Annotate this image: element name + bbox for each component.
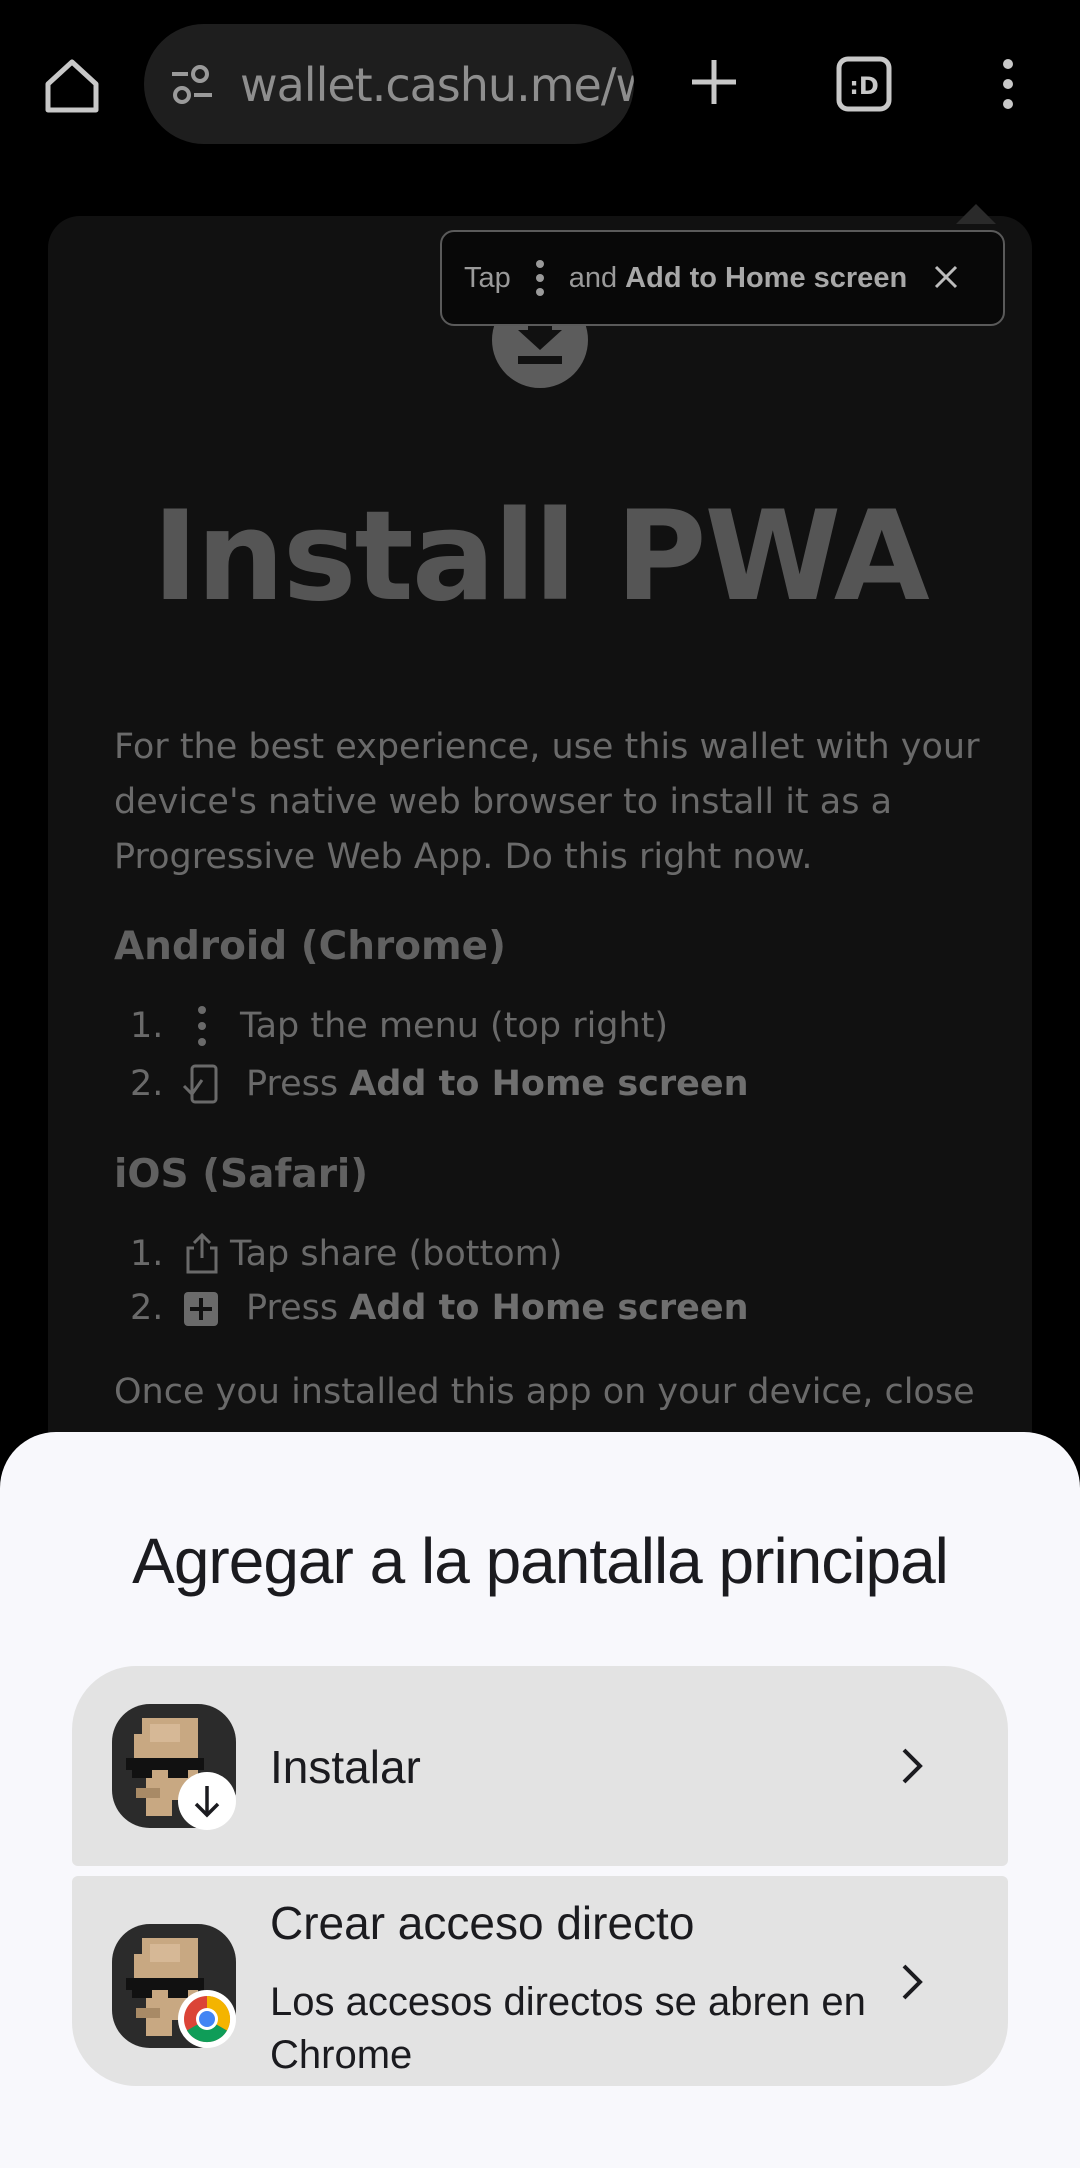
chrome-badge [178,1990,236,2048]
step-number: 1. [130,1234,164,1274]
step-text: Tap share (bottom) [230,1234,563,1274]
create-shortcut-option[interactable]: Crear acceso directo Los accesos directo… [72,1876,1008,2086]
android-step-2: 2. Press Add to Home screen [130,1062,749,1106]
install-option[interactable]: Instalar [72,1666,1008,1866]
page-title: Install PWA [152,485,929,629]
svg-text::D: :D [849,72,879,100]
share-icon [186,1232,218,1274]
home-icon[interactable] [40,54,104,118]
sheet-title: Agregar a la pantalla principal [132,1525,949,1597]
step-text: Tap the menu (top right) [240,1006,669,1046]
ios-heading: iOS (Safari) [114,1152,369,1197]
chevron-right-icon [902,1748,923,1784]
tooltip-middle: and [568,261,618,294]
outro-text: Once you installed this app on your devi… [114,1372,975,1412]
step-bold-text: Add to Home screen [349,1064,749,1104]
intro-text: For the best experience, use this wallet… [114,727,980,877]
step-text: Press [246,1288,339,1328]
step-text: Press [246,1064,339,1104]
address-bar[interactable]: wallet.cashu.me/w [144,24,634,144]
close-icon[interactable] [931,262,961,292]
browser-toolbar: wallet.cashu.me/w :D [0,0,1080,170]
install-label: Instalar [270,1741,421,1793]
android-heading: Android (Chrome) [114,924,506,969]
vertical-dots-icon [198,1006,206,1046]
site-settings-icon[interactable] [168,64,216,106]
tooltip-arrow [956,204,996,224]
tooltip-prefix: Tap [464,261,511,294]
step-number: 2. [130,1064,164,1104]
step-bold-text: Add to Home screen [349,1288,749,1328]
step-number: 1. [130,1006,164,1046]
vertical-dots-icon [535,260,544,296]
step-number: 2. [130,1288,164,1328]
chrome-icon [184,1995,231,2043]
create-shortcut-label: Crear acceso directo [270,1897,695,1949]
android-step-1: 1. Tap the menu (top right) [130,1004,668,1048]
ios-step-1: 1. Tap share (bottom) [130,1232,562,1276]
chevron-right-icon [902,1964,923,2000]
add-to-home-tooltip: Tap and Add to Home screen [440,230,1005,326]
tooltip-action: Add to Home screen [625,261,908,294]
menu-icon[interactable] [996,56,1020,112]
install-badge [178,1772,236,1830]
add-to-home-icon [182,1064,218,1104]
create-shortcut-subtitle: Los accesos directos se abren en Chrome [270,1980,866,2077]
arrow-down-icon [194,1786,220,1818]
url-text[interactable]: wallet.cashu.me/w [240,58,634,112]
ios-step-2: 2. Press Add to Home screen [130,1286,749,1330]
plus-square-icon [184,1292,218,1326]
tab-switcher-icon[interactable]: :D [836,56,892,112]
add-to-home-sheet: Agregar a la pantalla principal Instalar [0,1432,1080,2168]
new-tab-icon[interactable] [688,56,740,108]
